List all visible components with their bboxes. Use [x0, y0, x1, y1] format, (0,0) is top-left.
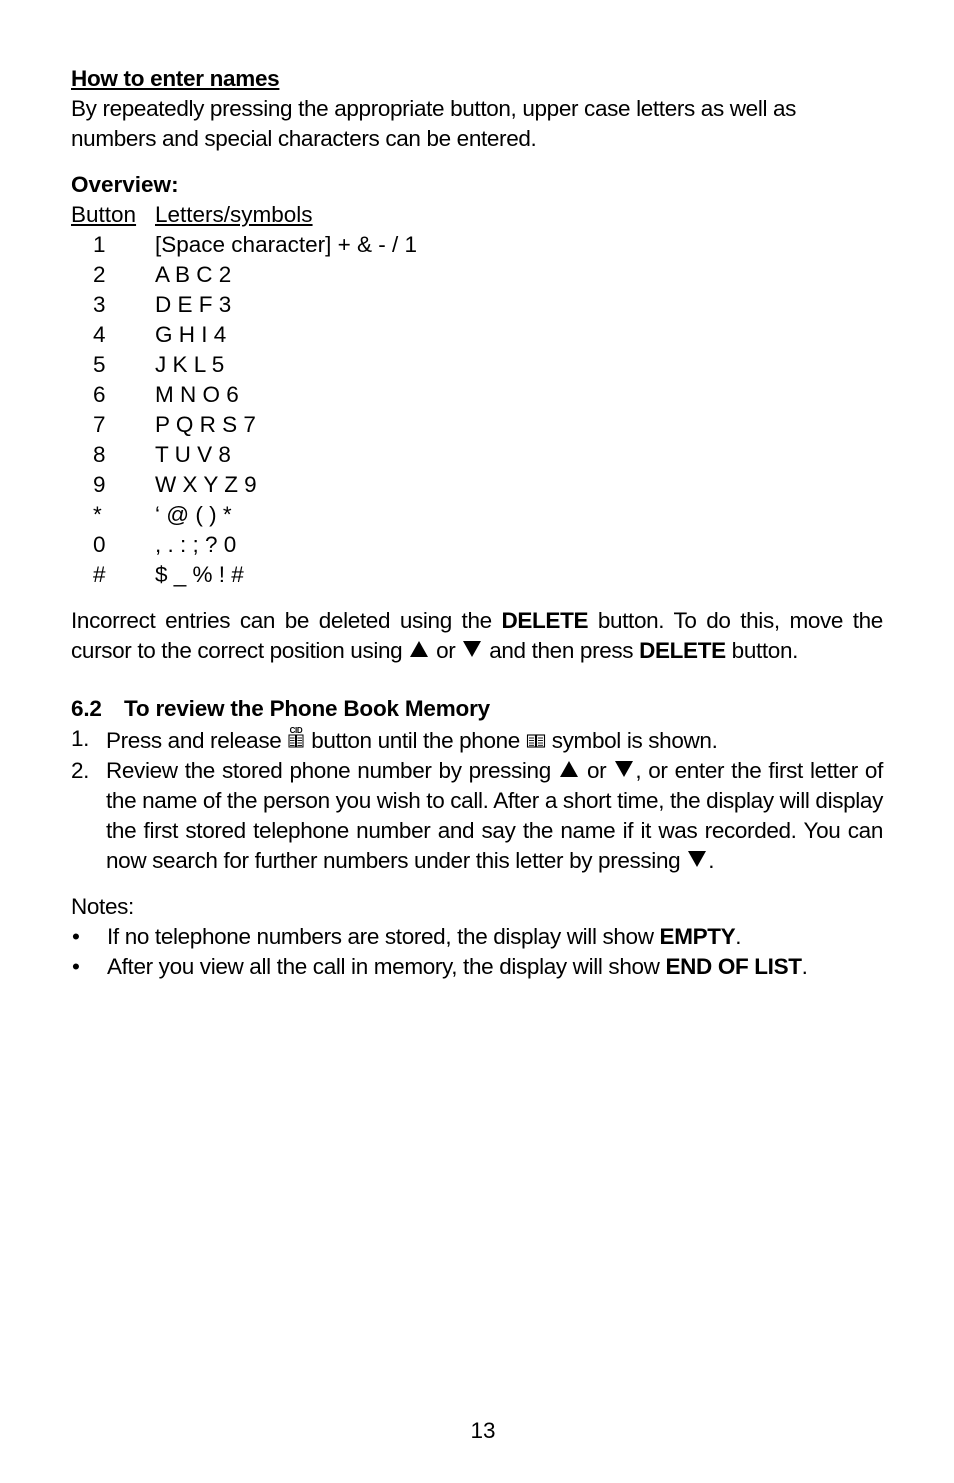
note-text: After you view all the call in memory, t… — [107, 952, 808, 982]
list-item: 2. Review the stored phone number by pre… — [71, 756, 883, 876]
key-table-row: 5 J K L 5 — [71, 350, 883, 380]
text-run: Press and release — [106, 728, 288, 753]
text-run: button. — [725, 638, 799, 663]
key-button: 5 — [93, 352, 106, 377]
delete-keyword: DELETE — [639, 638, 726, 663]
key-symbols: A B C 2 — [155, 262, 232, 287]
step-text: Review the stored phone number by pressi… — [106, 756, 883, 876]
text-run: Incorrect entries can be deleted using t… — [71, 608, 502, 633]
key-button: 1 — [93, 232, 106, 257]
header-button: Button — [71, 202, 137, 227]
key-table-row: 1 [Space character] + & - / 1 — [71, 230, 883, 260]
arrow-down-icon — [463, 641, 482, 657]
arrow-up-icon — [559, 761, 578, 777]
text-run: After you view all the call in memory, t… — [107, 954, 666, 979]
manual-page: How to enter names By repeatedly pressin… — [71, 64, 883, 982]
list-marker: 1. — [71, 726, 90, 751]
delete-paragraph: Incorrect entries can be deleted using t… — [71, 606, 883, 666]
key-symbols: ‘ @ ( ) * — [155, 502, 232, 527]
key-table-row: 0 , . : ; ? 0 — [71, 530, 883, 560]
key-button: 7 — [93, 412, 106, 437]
list-item: • After you view all the call in memory,… — [71, 952, 883, 982]
key-table-row: * ‘ @ ( ) * — [71, 500, 883, 530]
key-button: 2 — [93, 262, 106, 287]
delete-keyword: DELETE — [501, 608, 589, 633]
arrow-down-icon — [615, 761, 634, 777]
key-table-row: 4 G H I 4 — [71, 320, 883, 350]
review-steps-list: 1. Press and release CID button until th… — [71, 724, 883, 876]
key-button: 0 — [93, 532, 106, 557]
arrow-down-icon — [688, 851, 707, 867]
step-text: Press and release CID button until the p… — [106, 724, 883, 756]
text-run: . — [801, 954, 808, 979]
key-symbols: T U V 8 — [155, 442, 231, 467]
key-symbols: [Space character] + & - / 1 — [155, 232, 418, 257]
cid-book-button-icon: CID — [287, 724, 305, 750]
key-symbols: , . : ; ? 0 — [155, 532, 237, 557]
key-symbols: D E F 3 — [155, 292, 232, 317]
key-symbols: J K L 5 — [155, 352, 225, 377]
section-title: To review the Phone Book Memory — [124, 696, 490, 721]
text-run: . — [735, 924, 742, 949]
svg-text:CID: CID — [290, 726, 303, 735]
text-run: symbol is shown. — [545, 728, 718, 753]
phone-book-icon — [526, 733, 546, 749]
text-run: and then press — [483, 638, 640, 663]
key-button: # — [93, 562, 106, 587]
text-run: . — [708, 848, 715, 873]
key-button: 4 — [93, 322, 106, 347]
key-table-row: 6 M N O 6 — [71, 380, 883, 410]
header-letters-symbols: Letters/symbols — [155, 202, 313, 227]
arrow-up-icon — [410, 641, 429, 657]
end-of-list-keyword: END OF LIST — [665, 954, 802, 979]
key-symbols: G H I 4 — [155, 322, 227, 347]
key-table-row: # $ _ % ! # — [71, 560, 883, 590]
key-symbols: P Q R S 7 — [155, 412, 256, 437]
notes-list: • If no telephone numbers are stored, th… — [71, 922, 883, 982]
section-heading-6-2: 6.2 To review the Phone Book Memory — [71, 694, 883, 724]
key-table-header: Button Letters/symbols — [71, 200, 883, 230]
notes-title: Notes: — [71, 894, 134, 919]
key-table-row: 7 P Q R S 7 — [71, 410, 883, 440]
key-table-row: 8 T U V 8 — [71, 440, 883, 470]
empty-keyword: EMPTY — [659, 924, 736, 949]
text-run: or — [579, 758, 614, 783]
text-run: or — [430, 638, 462, 663]
key-symbols: M N O 6 — [155, 382, 239, 407]
heading-how-to-enter-names: How to enter names — [71, 66, 280, 91]
section-number: 6.2 — [71, 696, 102, 721]
key-button: 9 — [93, 472, 106, 497]
key-button: 6 — [93, 382, 106, 407]
key-table-row: 2 A B C 2 — [71, 260, 883, 290]
list-item: • If no telephone numbers are stored, th… — [71, 922, 883, 952]
text-run: button until the phone — [305, 728, 526, 753]
overview-title: Overview: — [71, 172, 179, 197]
bullet: • — [72, 954, 80, 979]
page-number: 13 — [470, 1418, 496, 1443]
bullet: • — [72, 924, 80, 949]
key-button: 8 — [93, 442, 106, 467]
key-mapping-table: Button Letters/symbols 1 [Space characte… — [71, 200, 883, 590]
list-item: 1. Press and release CID button until th… — [71, 724, 883, 756]
key-table-row: 9 W X Y Z 9 — [71, 470, 883, 500]
key-button: * — [93, 502, 102, 527]
text-run: If no telephone numbers are stored, the … — [107, 924, 660, 949]
list-marker: 2. — [71, 758, 90, 783]
key-table-row: 3 D E F 3 — [71, 290, 883, 320]
key-symbols: $ _ % ! # — [155, 562, 244, 587]
intro-paragraph: By repeatedly pressing the appropriate b… — [71, 96, 797, 151]
note-text: If no telephone numbers are stored, the … — [107, 922, 742, 952]
key-button: 3 — [93, 292, 106, 317]
key-symbols: W X Y Z 9 — [155, 472, 257, 497]
text-run: Review the stored phone number by pressi… — [106, 758, 558, 783]
